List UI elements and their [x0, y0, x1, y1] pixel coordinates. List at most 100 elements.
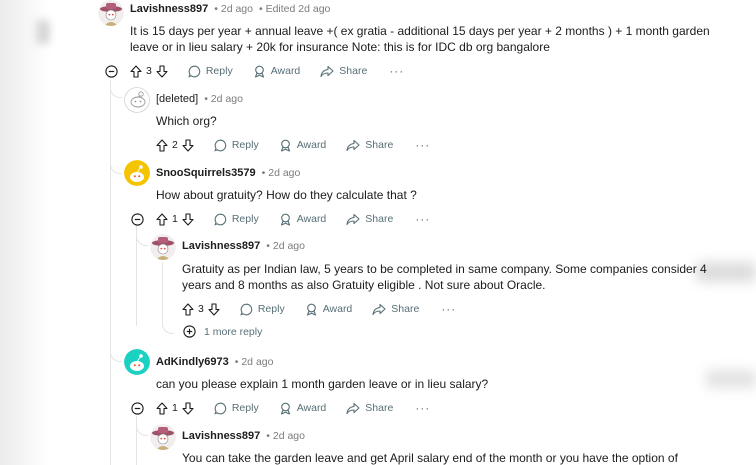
share-arrow-icon — [372, 303, 386, 315]
award-button[interactable]: Award — [279, 139, 326, 152]
more-options-icon[interactable]: ··· — [415, 212, 430, 226]
upvote-icon[interactable] — [130, 64, 142, 78]
yellow-snoo-avatar-icon — [124, 160, 150, 186]
reply-button[interactable]: Reply — [214, 139, 259, 152]
reply-label: Reply — [231, 139, 259, 151]
comment-body-line: years and 8 months as also Gratuity elig… — [182, 278, 546, 292]
username[interactable]: Lavishness897 — [182, 430, 260, 442]
comment-bubble-icon — [214, 139, 227, 152]
username[interactable]: SnooSquirrels3579 — [156, 167, 256, 179]
award-icon — [280, 213, 290, 226]
more-options-icon[interactable]: ··· — [389, 64, 404, 78]
share-arrow-icon — [346, 213, 360, 225]
award-icon — [254, 65, 264, 78]
collapse-icon[interactable] — [130, 401, 144, 415]
username[interactable]: AdKindly6973 — [156, 356, 229, 368]
vote-box: 2 — [156, 138, 194, 152]
reply-label: Reply — [231, 213, 259, 225]
comment-body-line: You can take the garden leave and get Ap… — [182, 451, 678, 465]
avatar[interactable] — [98, 0, 124, 26]
vote-box: 1 — [156, 212, 194, 226]
share-arrow-icon — [346, 139, 360, 151]
more-options-icon[interactable]: ··· — [441, 302, 456, 316]
award-button[interactable]: Award — [279, 402, 326, 415]
share-button[interactable]: Share — [372, 303, 419, 316]
award-icon — [306, 303, 316, 316]
avatar[interactable] — [150, 424, 176, 450]
reply-button[interactable]: Reply — [188, 65, 233, 78]
blurred-left-edge — [0, 0, 50, 465]
collapse-icon[interactable] — [130, 212, 144, 226]
comment-bubble-icon — [188, 65, 201, 78]
share-button[interactable]: Share — [320, 65, 367, 78]
avatar[interactable] — [124, 349, 150, 375]
comment-header: SnooSquirrels3579 • 2d ago — [156, 163, 300, 183]
comment-body-line: It is 15 days per year + annual leave +(… — [130, 24, 710, 38]
timestamp: • 2d ago — [204, 93, 243, 105]
downvote-icon[interactable] — [208, 302, 220, 316]
downvote-icon[interactable] — [156, 64, 168, 78]
vote-count: 1 — [172, 213, 178, 225]
vote-box: 3 — [182, 302, 220, 316]
upvote-icon[interactable] — [156, 138, 168, 152]
downvote-icon[interactable] — [182, 401, 194, 415]
award-button[interactable]: Award — [253, 65, 300, 78]
comment-header: Lavishness897 • 2d ago — [182, 236, 305, 256]
comment-bubble-icon — [214, 213, 227, 226]
award-button[interactable]: Award — [279, 213, 327, 226]
share-label: Share — [391, 303, 420, 315]
time-text: 2d ago — [272, 240, 305, 252]
avatar[interactable] — [150, 234, 176, 260]
more-options-icon[interactable]: ··· — [415, 138, 430, 152]
vote-count: 2 — [172, 139, 178, 151]
share-label: Share — [365, 213, 394, 225]
timestamp: • 2d ago — [261, 167, 301, 179]
comment-header: Lavishness897 • 2d ago • Edited 2d ago — [130, 0, 330, 19]
downvote-icon[interactable] — [182, 212, 194, 226]
comment-body: Which org? — [156, 113, 217, 129]
avatar[interactable] — [124, 87, 150, 113]
award-button[interactable]: Award — [305, 303, 352, 316]
reply-button[interactable]: Reply — [214, 402, 259, 415]
reply-label: Reply — [257, 303, 285, 315]
comment-body: can you please explain 1 month garden le… — [156, 376, 488, 392]
more-replies-button[interactable]: 1 more reply — [183, 325, 262, 338]
time-text: 2d ago — [210, 93, 243, 105]
comment-header: Lavishness897 • 2d ago — [182, 426, 305, 446]
vote-box: 1 — [156, 401, 194, 415]
comment-actions: 1 Reply Award Share ··· — [130, 398, 430, 418]
blurred-right-smudge — [706, 370, 756, 388]
share-button[interactable]: Share — [346, 139, 393, 152]
reply-button[interactable]: Reply — [214, 213, 259, 226]
comment-bubble-icon — [240, 303, 253, 316]
username[interactable]: Lavishness897 — [130, 3, 208, 15]
avatar[interactable] — [124, 160, 150, 186]
share-button[interactable]: Share — [346, 402, 393, 415]
comment-body: Gratuity as per Indian law, 5 years to b… — [182, 261, 707, 293]
award-label: Award — [296, 213, 327, 225]
comment-actions: 3 Reply Award Share ··· — [182, 299, 456, 319]
username[interactable]: Lavishness897 — [182, 240, 260, 252]
thread-line[interactable] — [110, 80, 111, 465]
timestamp: • 2d ago — [266, 240, 305, 252]
comment-header: [deleted] • 2d ago — [156, 89, 243, 109]
share-arrow-icon — [346, 402, 360, 414]
more-options-icon[interactable]: ··· — [415, 401, 430, 415]
downvote-icon[interactable] — [182, 138, 194, 152]
teal-snoo-avatar-icon — [124, 349, 150, 375]
share-label: Share — [365, 402, 394, 414]
upvote-icon[interactable] — [156, 401, 168, 415]
share-button[interactable]: Share — [346, 213, 393, 226]
thread-branch — [110, 80, 122, 98]
collapse-icon[interactable] — [104, 64, 118, 78]
timestamp: • 2d ago — [266, 430, 305, 442]
upvote-icon[interactable] — [156, 212, 168, 226]
comment-body-line: Which org? — [156, 114, 217, 128]
comment-body: How about gratuity? How do they calculat… — [156, 187, 417, 203]
blurred-left-smudge — [36, 20, 50, 44]
time-text: 2d ago — [241, 356, 274, 368]
reply-button[interactable]: Reply — [240, 303, 285, 316]
thread-branch — [136, 416, 148, 436]
share-label: Share — [339, 65, 368, 77]
upvote-icon[interactable] — [182, 302, 194, 316]
